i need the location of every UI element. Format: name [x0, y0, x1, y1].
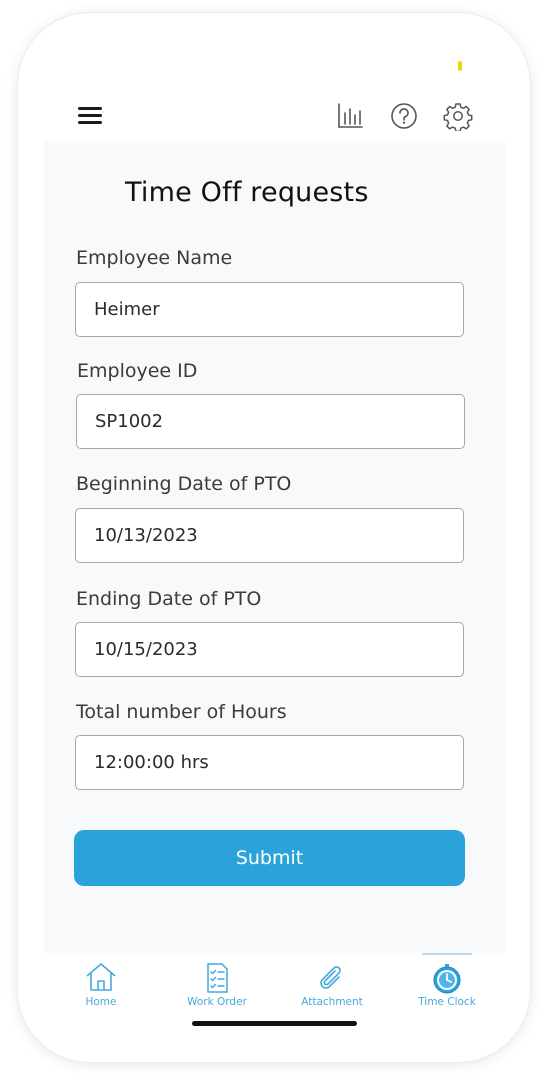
home-indicator	[192, 1021, 357, 1026]
tab-time-clock-label: Time Clock	[418, 996, 476, 1008]
tab-work-order-label: Work Order	[187, 996, 247, 1008]
total-hours-input[interactable]	[75, 735, 464, 790]
employee-id-input[interactable]	[76, 394, 465, 449]
bottom-tab-bar: Home Work Order Attachment Time Clock	[18, 953, 530, 1021]
paperclip-icon	[320, 966, 341, 989]
total-hours-label: Total number of Hours	[76, 701, 287, 723]
tab-work-order[interactable]: Work Order	[160, 953, 274, 1015]
clock-icon	[433, 964, 461, 994]
employee-id-label: Employee ID	[77, 360, 198, 382]
tab-attachment-label: Attachment	[301, 996, 363, 1008]
ending-date-label: Ending Date of PTO	[76, 588, 262, 610]
beginning-date-label: Beginning Date of PTO	[76, 473, 292, 495]
tab-attachment[interactable]: Attachment	[275, 953, 389, 1015]
submit-button[interactable]: Submit	[74, 830, 465, 886]
page-title: Time Off requests	[125, 177, 369, 208]
help-icon[interactable]	[389, 101, 419, 131]
clipboard-checklist-icon	[207, 963, 228, 993]
time-off-form: Time Off requests Employee Name Employee…	[44, 141, 505, 953]
ending-date-input[interactable]	[75, 622, 464, 677]
gear-icon[interactable]	[443, 101, 473, 133]
beginning-date-input[interactable]	[75, 508, 464, 563]
home-icon	[86, 963, 116, 991]
tab-time-clock[interactable]: Time Clock	[390, 953, 504, 1015]
bar-chart-icon[interactable]	[335, 101, 365, 131]
employee-name-label: Employee Name	[76, 247, 233, 269]
tab-home-label: Home	[85, 996, 117, 1008]
phone-frame: Time Off requests Employee Name Employee…	[18, 13, 530, 1062]
tab-home[interactable]: Home	[44, 953, 158, 1015]
employee-name-input[interactable]	[75, 282, 464, 337]
status-indicator-dot	[458, 61, 462, 71]
hamburger-menu-icon[interactable]	[76, 103, 106, 129]
